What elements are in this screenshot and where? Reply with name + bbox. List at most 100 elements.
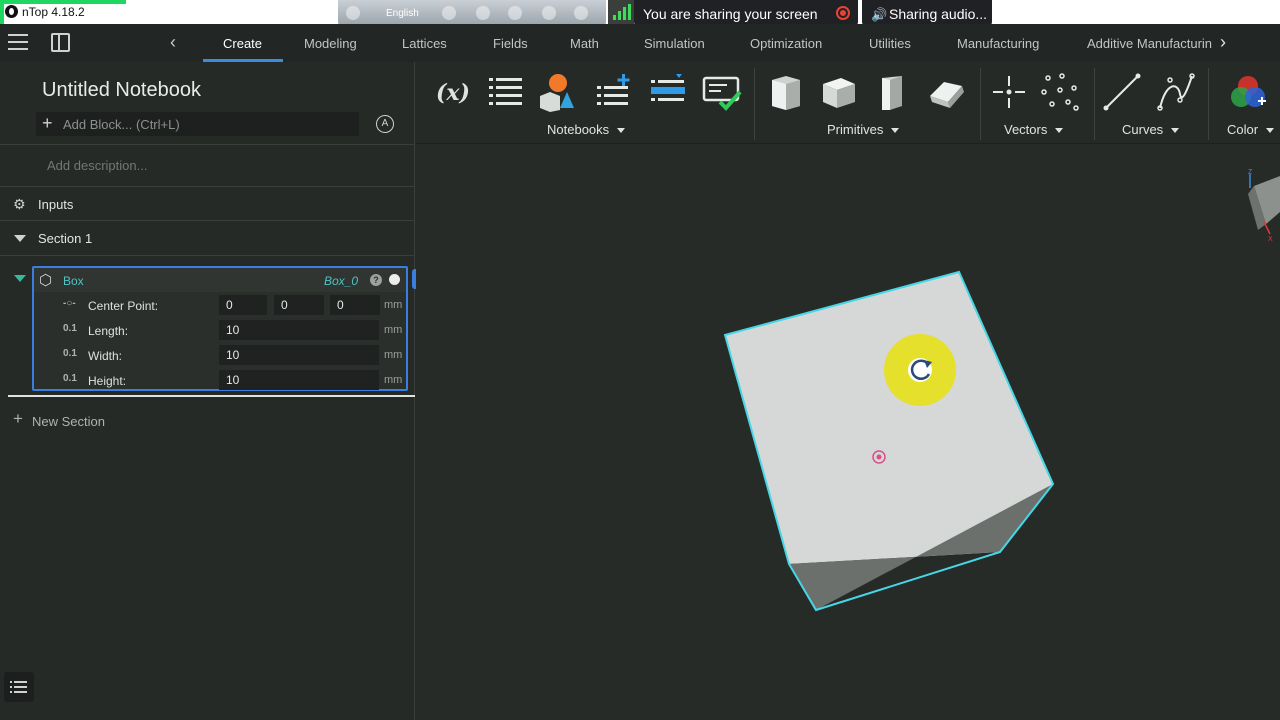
- section-label: Section 1: [38, 231, 93, 246]
- spline-curve-icon[interactable]: [1156, 72, 1196, 112]
- system-taskbar: English: [338, 0, 606, 26]
- stop-sharing-icon[interactable]: [836, 6, 850, 20]
- audio-share-label: Sharing audio...: [889, 6, 988, 22]
- tab-simulation[interactable]: Simulation: [644, 36, 705, 51]
- inputs-gear-icon: ⚙: [13, 196, 26, 212]
- section-header[interactable]: Section 1: [0, 221, 415, 255]
- ribbon-group-color[interactable]: Color: [1227, 122, 1275, 137]
- axis-x-label: X: [1268, 236, 1273, 243]
- scalar-icon: 0.1: [63, 323, 77, 334]
- scalar-icon: 0.1: [63, 348, 77, 359]
- center-x-input[interactable]: 0: [219, 295, 267, 315]
- ribbon-group-label: Color: [1227, 122, 1259, 137]
- block-type-name: Box: [63, 274, 84, 288]
- chevron-right-icon[interactable]: ›: [1220, 32, 1226, 53]
- chevron-left-icon[interactable]: ‹: [170, 32, 176, 53]
- help-icon[interactable]: [574, 6, 588, 20]
- settings-icon[interactable]: [508, 6, 522, 20]
- width-input[interactable]: 10: [219, 345, 379, 365]
- block-expand-triangle-icon[interactable]: [14, 275, 26, 282]
- check-block-icon[interactable]: [702, 72, 742, 112]
- color-icon[interactable]: [1228, 72, 1268, 112]
- list-icon[interactable]: [486, 72, 526, 112]
- divider: [0, 255, 415, 256]
- unit-label: mm: [384, 324, 403, 336]
- block-variable-name[interactable]: Box_0: [324, 274, 358, 288]
- param-label: Center Point:: [88, 299, 159, 313]
- ntop-logo-icon: [5, 5, 18, 18]
- description-field[interactable]: Add description...: [47, 158, 147, 173]
- dropdown-caret-icon: [1266, 128, 1275, 134]
- add-block-input[interactable]: + Add Block... (Ctrl+L): [36, 112, 359, 136]
- param-label: Width:: [88, 349, 123, 363]
- taskbar-app-icon[interactable]: [346, 6, 360, 20]
- notebook-title[interactable]: Untitled Notebook: [42, 79, 201, 102]
- unit-label: mm: [384, 349, 403, 361]
- ribbon-group-primitives[interactable]: Primitives: [827, 122, 900, 137]
- height-input[interactable]: 10: [219, 370, 379, 390]
- audio-share-banner[interactable]: 🔊 Sharing audio...: [862, 0, 992, 26]
- line-curve-icon[interactable]: [1102, 72, 1142, 112]
- cube-primitive-icon[interactable]: [819, 72, 859, 112]
- dropdown-caret-icon: [891, 128, 900, 134]
- tab-fields[interactable]: Fields: [493, 36, 528, 51]
- tab-modeling[interactable]: Modeling: [304, 36, 357, 51]
- signal-icon: [608, 0, 634, 24]
- point-icon[interactable]: [989, 72, 1029, 112]
- add-list-item-icon[interactable]: [594, 72, 634, 112]
- insert-list-icon[interactable]: [648, 72, 688, 112]
- hamburger-menu-icon[interactable]: [8, 34, 28, 52]
- tab-lattices[interactable]: Lattices: [402, 36, 447, 51]
- variable-icon[interactable]: (x): [432, 72, 472, 112]
- divider: [0, 144, 415, 145]
- panel-toggle-icon[interactable]: [51, 33, 70, 52]
- length-input[interactable]: 10: [219, 320, 379, 340]
- box-primitive-icon[interactable]: [766, 72, 806, 112]
- tab-manufacturing[interactable]: Manufacturing: [957, 36, 1039, 51]
- new-section-label: New Section: [32, 414, 105, 429]
- ribbon-group-vectors[interactable]: Vectors: [1004, 122, 1064, 137]
- ntop-app: nTop 4.18.2 English You are sharing your…: [0, 0, 1280, 720]
- taskbar-app-icon[interactable]: [442, 6, 456, 20]
- ribbon-group-label: Vectors: [1004, 122, 1048, 137]
- point-cloud-icon[interactable]: [1040, 72, 1080, 112]
- wedge-primitive-icon[interactable]: [926, 72, 966, 112]
- plus-icon: +: [42, 113, 53, 133]
- prism-primitive-icon[interactable]: [872, 72, 912, 112]
- notebook-panel: Untitled Notebook + Add Block... (Ctrl+L…: [0, 62, 432, 720]
- auto-format-icon[interactable]: A: [376, 115, 394, 133]
- ribbon-separator: [1208, 68, 1209, 140]
- view-cube[interactable]: Z X: [1248, 169, 1280, 243]
- tab-math[interactable]: Math: [570, 36, 599, 51]
- center-y-input[interactable]: 0: [274, 295, 324, 315]
- ribbon-group-notebooks[interactable]: Notebooks: [547, 122, 626, 137]
- box-block[interactable]: ⬡ Box Box_0 ? -○- Center Point: 0 0 0 mm…: [32, 266, 408, 391]
- inputs-header[interactable]: ⚙ Inputs: [0, 187, 415, 221]
- ribbon-group-curves[interactable]: Curves: [1122, 122, 1180, 137]
- dropdown-caret-icon: [1055, 128, 1064, 134]
- language-indicator[interactable]: English: [386, 8, 419, 19]
- box-block-header[interactable]: ⬡ Box Box_0 ?: [34, 268, 406, 292]
- tab-create[interactable]: Create: [223, 36, 262, 51]
- help-icon[interactable]: ?: [370, 274, 382, 286]
- window-title: nTop 4.18.2: [22, 5, 85, 19]
- ribbon-group-label: Notebooks: [547, 122, 610, 137]
- param-label: Length:: [88, 324, 129, 338]
- dropdown-caret-icon: [617, 128, 626, 134]
- collapse-triangle-icon[interactable]: [14, 235, 26, 242]
- browser-icon[interactable]: [542, 6, 556, 20]
- list-view-icon[interactable]: [4, 672, 34, 702]
- viewport-canvas[interactable]: Z X: [416, 144, 1280, 720]
- primitives-shapes-icon[interactable]: [536, 72, 576, 112]
- param-row-center-point: -○- Center Point: 0 0 0 mm: [34, 293, 406, 318]
- visibility-dot-icon[interactable]: [389, 274, 400, 285]
- cursor-highlight: [884, 334, 956, 406]
- unit-label: mm: [384, 299, 403, 311]
- center-z-input[interactable]: 0: [330, 295, 380, 315]
- box-model[interactable]: [723, 270, 1055, 612]
- taskbar-app-icon[interactable]: [476, 6, 490, 20]
- 3d-viewport[interactable]: Z X: [416, 144, 1280, 720]
- tab-additive-manufacturing[interactable]: Additive Manufacturin: [1087, 36, 1217, 51]
- tab-utilities[interactable]: Utilities: [869, 36, 911, 51]
- tab-optimization[interactable]: Optimization: [750, 36, 822, 51]
